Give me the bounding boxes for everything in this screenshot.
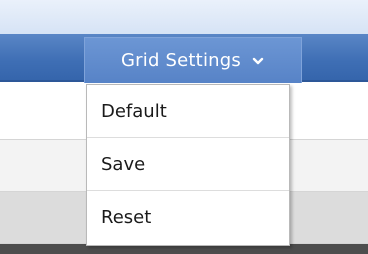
menu-item-reset[interactable]: Reset [87, 191, 289, 244]
top-band [0, 0, 368, 34]
grid-settings-label: Grid Settings [121, 50, 241, 71]
menu-item-save[interactable]: Save [87, 138, 289, 191]
menu-item-default[interactable]: Default [87, 85, 289, 138]
grid-settings-button[interactable]: Grid Settings [84, 37, 302, 83]
grid-settings-menu: Default Save Reset [86, 84, 290, 246]
chevron-down-icon [251, 54, 265, 68]
